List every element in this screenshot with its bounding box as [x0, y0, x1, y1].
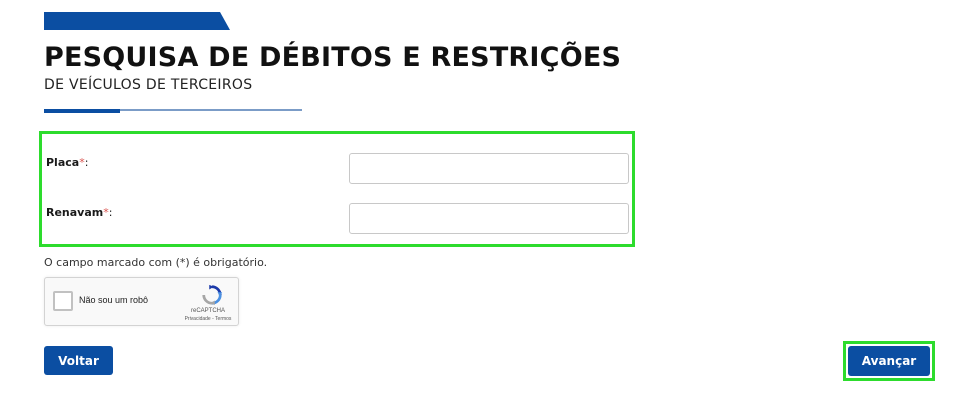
recaptcha-label: Não sou um robô	[79, 295, 149, 305]
header-banner-stripe	[44, 12, 230, 30]
placa-input[interactable]	[349, 153, 629, 184]
page-title: PESQUISA DE DÉBITOS E RESTRIÇÕES	[44, 42, 622, 73]
back-button[interactable]: Voltar	[44, 346, 113, 375]
placa-label: Placa*:	[46, 156, 88, 169]
recaptcha-brand: reCAPTCHA	[190, 308, 225, 314]
placa-label-colon: :	[84, 156, 89, 169]
renavam-input[interactable]	[349, 203, 629, 234]
vehicle-search-form: Placa*: Renavam*:	[39, 131, 635, 247]
required-fields-note: O campo marcado com (*) é obrigatório.	[44, 256, 268, 269]
placa-label-text: Placa	[46, 156, 80, 169]
page-subtitle: DE VEÍCULOS DE TERCEIROS	[44, 77, 253, 93]
recaptcha-logo-icon	[202, 284, 223, 306]
recaptcha-privacy-terms[interactable]: Privacidade - Termos	[180, 316, 236, 322]
renavam-label-colon: :	[108, 206, 113, 219]
recaptcha-widget: Não sou um robô reCAPTCHA Privacidade - …	[44, 277, 239, 326]
title-divider-accent	[44, 109, 120, 113]
renavam-label-text: Renavam	[46, 206, 104, 219]
recaptcha-checkbox[interactable]	[53, 291, 73, 311]
renavam-label: Renavam*:	[46, 206, 112, 219]
next-button[interactable]: Avançar	[848, 346, 930, 376]
